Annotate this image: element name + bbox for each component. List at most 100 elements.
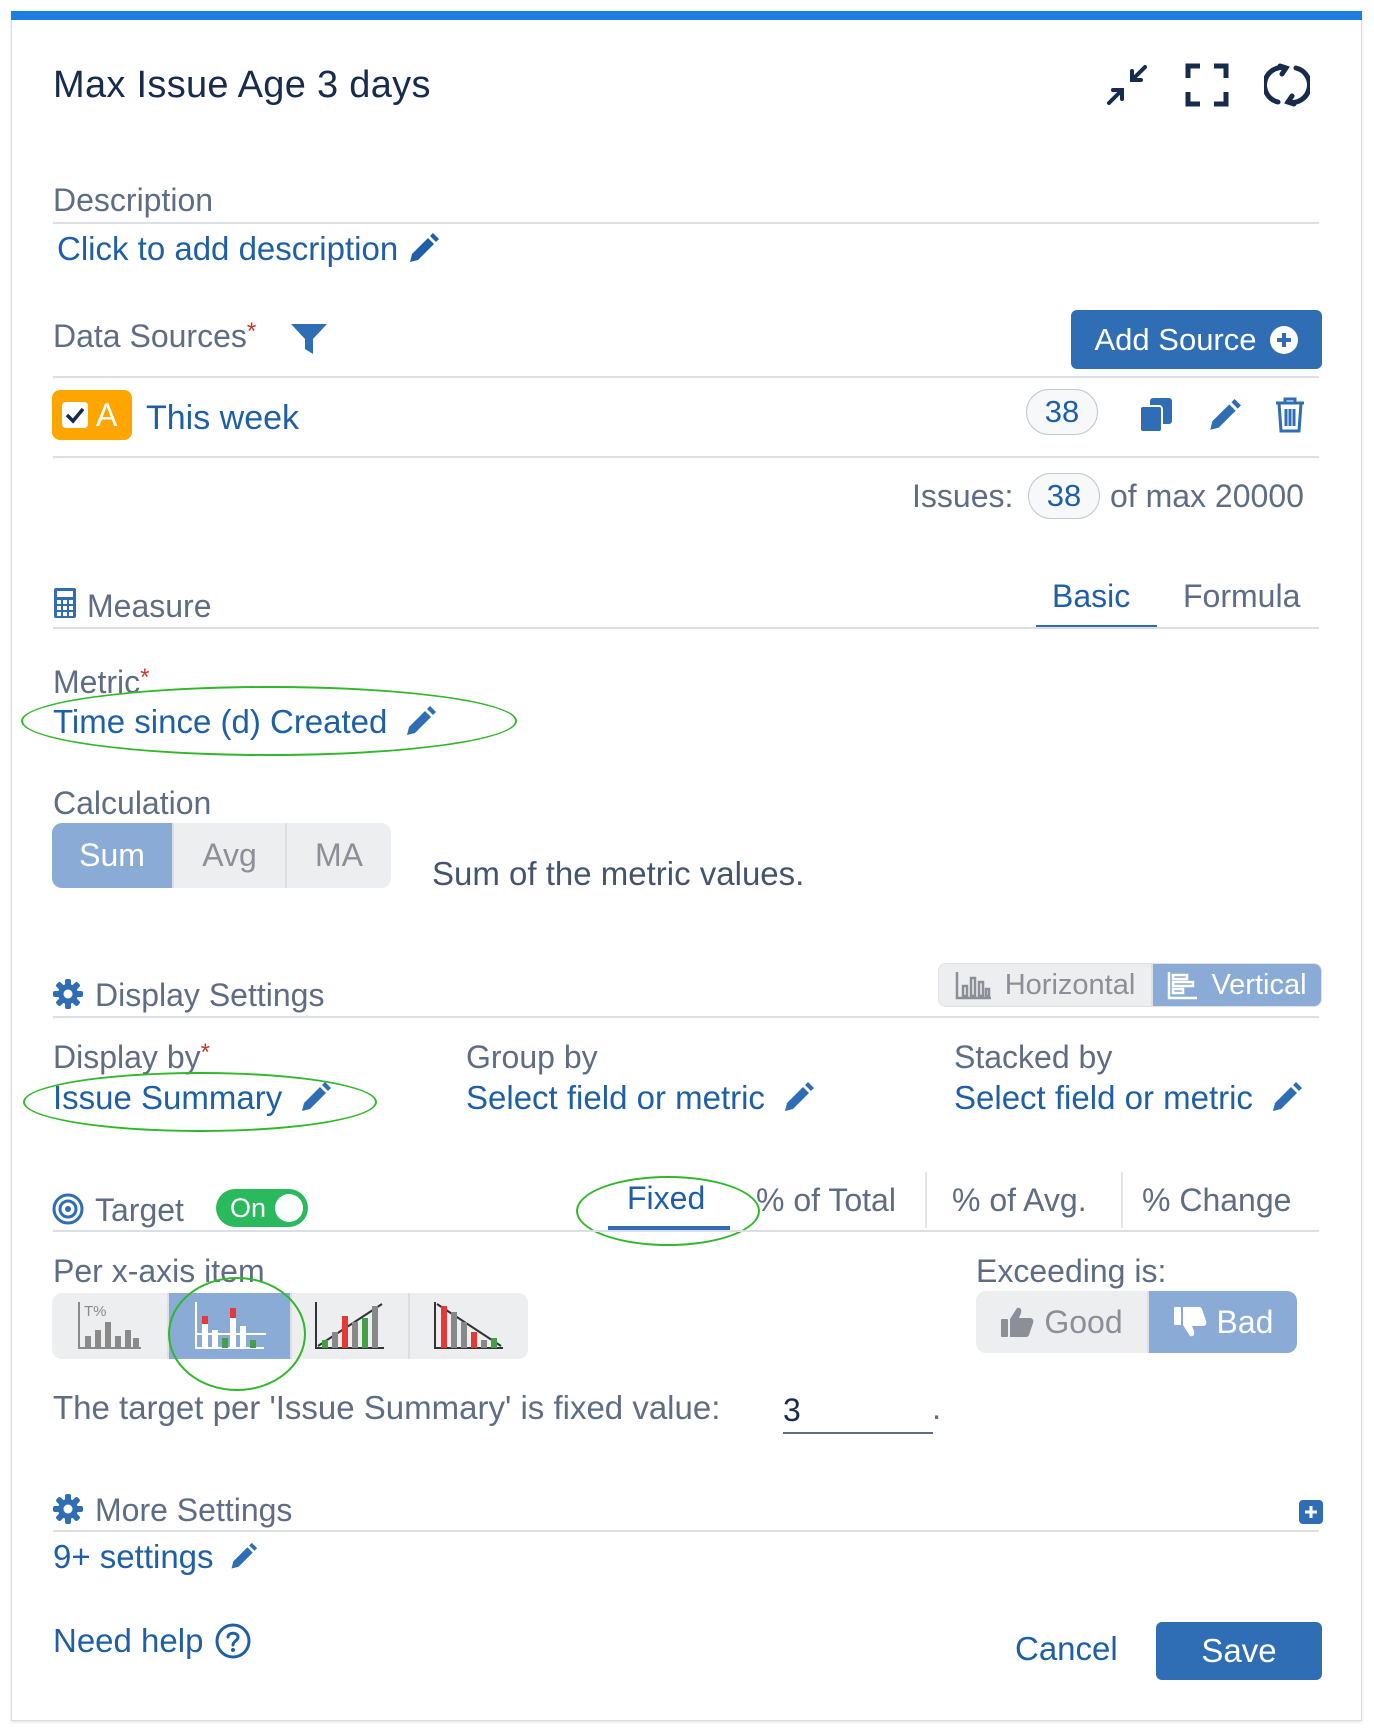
description-label: Description — [53, 182, 214, 218]
display-by-selector[interactable]: Issue Summary — [53, 1079, 332, 1117]
tab-percent-of-total[interactable]: % of Total — [756, 1182, 896, 1219]
target-toggle-label: On — [230, 1192, 267, 1223]
calculator-icon — [53, 587, 77, 619]
target-toggle[interactable]: On — [216, 1189, 308, 1227]
calc-option-avg[interactable]: Avg — [174, 823, 287, 888]
filter-icon[interactable] — [290, 322, 328, 356]
pencil-icon — [1269, 1081, 1303, 1115]
calc-option-ma[interactable]: MA — [287, 823, 391, 888]
stacked-by-selector[interactable]: Select field or metric — [954, 1079, 1303, 1117]
trash-icon[interactable] — [1274, 396, 1306, 434]
exceeding-good-label: Good — [1044, 1303, 1123, 1340]
exceeding-good[interactable]: Good — [976, 1291, 1149, 1353]
group-by-selector[interactable]: Select field or metric — [466, 1079, 815, 1117]
svg-text:T%: T% — [84, 1303, 107, 1320]
calculation-segmented-control: Sum Avg MA — [52, 823, 391, 888]
display-by-value: Issue Summary — [53, 1079, 283, 1116]
tab-percent-of-avg[interactable]: % of Avg. — [952, 1182, 1087, 1219]
stacked-by-value: Select field or metric — [954, 1079, 1253, 1116]
metric-value: Time since (d) Created — [53, 703, 388, 740]
rising-target-chart-icon[interactable] — [292, 1293, 410, 1359]
tab-separator — [925, 1172, 927, 1228]
tab-percent-change[interactable]: % Change — [1142, 1182, 1291, 1219]
exceeding-bad[interactable]: Bad — [1149, 1291, 1297, 1353]
display-settings-label: Display Settings — [95, 977, 325, 1013]
fixed-target-chart-icon[interactable] — [169, 1293, 292, 1359]
falling-target-chart-icon[interactable] — [410, 1293, 528, 1359]
pencil-icon — [406, 232, 440, 266]
target-label: Target — [95, 1192, 184, 1228]
checkbox-checked-icon — [62, 402, 88, 428]
measure-label: Measure — [87, 588, 212, 624]
metric-selector[interactable]: Time since (d) Created — [53, 703, 437, 741]
data-sources-text: Data Sources — [53, 318, 247, 354]
divider — [53, 376, 1319, 378]
group-by-label: Group by — [466, 1039, 598, 1075]
pencil-icon — [228, 1542, 258, 1572]
fixed-target-input[interactable]: 3 — [783, 1392, 933, 1434]
cancel-button[interactable]: Cancel — [1015, 1630, 1118, 1668]
required-mark: * — [200, 1039, 210, 1066]
calc-option-sum[interactable]: Sum — [52, 823, 174, 888]
data-sources-label: Data Sources* — [53, 318, 256, 355]
add-description-link[interactable]: Click to add description — [57, 230, 440, 268]
divider — [53, 627, 1319, 629]
dialog-accent-bar — [11, 11, 1362, 20]
orientation-horizontal-label: Horizontal — [1004, 968, 1136, 1001]
calculation-label: Calculation — [53, 785, 212, 821]
refresh-icon[interactable] — [1264, 62, 1310, 108]
source-name[interactable]: This week — [146, 399, 299, 438]
divider — [53, 1016, 1319, 1018]
percent-of-total-chart-icon[interactable]: T% — [52, 1293, 169, 1359]
target-icon — [52, 1193, 84, 1225]
exceeding-bad-label: Bad — [1216, 1303, 1274, 1340]
expand-plus-icon[interactable] — [1299, 1500, 1323, 1524]
orientation-horizontal[interactable]: Horizontal — [939, 964, 1153, 1006]
thumbs-up-icon — [1001, 1307, 1034, 1337]
group-by-value: Select field or metric — [466, 1079, 765, 1116]
more-settings-label: More Settings — [95, 1492, 293, 1528]
fixed-target-value: 3 — [783, 1392, 801, 1428]
source-count-badge: 38 — [1026, 389, 1098, 435]
divider — [53, 1230, 1319, 1232]
save-button[interactable]: Save — [1156, 1622, 1322, 1680]
exceeding-label: Exceeding is: — [976, 1253, 1167, 1289]
display-by-label: Display by* — [53, 1039, 210, 1076]
orientation-vertical-label: Vertical — [1211, 968, 1307, 1001]
copy-icon[interactable] — [1138, 396, 1174, 434]
issues-count-badge: 38 — [1028, 473, 1100, 519]
metric-label: Metric* — [53, 664, 149, 701]
add-source-button[interactable]: Add Source — [1071, 310, 1322, 369]
metric-label-text: Metric — [53, 664, 141, 700]
fullscreen-icon[interactable] — [1184, 62, 1230, 108]
plus-circle-icon — [1269, 325, 1299, 355]
fixed-target-text: The target per 'Issue Summary' is fixed … — [53, 1389, 721, 1426]
required-mark: * — [246, 318, 257, 345]
divider — [53, 456, 1319, 458]
tab-formula[interactable]: Formula — [1183, 578, 1300, 615]
add-source-label: Add Source — [1094, 321, 1257, 357]
per-item-label: Per x-axis item — [53, 1253, 265, 1289]
need-help-text: Need help — [53, 1622, 204, 1659]
source-badge[interactable]: A — [52, 390, 132, 440]
vertical-bars-icon — [1168, 972, 1198, 1000]
fixed-target-suffix: . — [932, 1389, 942, 1426]
minimize-icon[interactable] — [1104, 62, 1150, 108]
more-settings-link[interactable]: 9+ settings — [53, 1538, 258, 1576]
horizontal-bars-icon — [955, 972, 991, 1000]
need-help-link[interactable]: Need help — [53, 1622, 251, 1660]
edit-source-pencil-icon[interactable] — [1206, 398, 1242, 434]
orientation-vertical[interactable]: Vertical — [1153, 964, 1321, 1006]
display-by-label-text: Display by — [53, 1039, 201, 1075]
divider — [53, 222, 1319, 224]
pencil-icon — [403, 705, 437, 739]
issues-max-text: of max 20000 — [1110, 478, 1304, 514]
issues-label: Issues: — [912, 478, 1014, 514]
required-mark: * — [140, 664, 150, 691]
tab-fixed[interactable]: Fixed — [627, 1180, 705, 1217]
orientation-toggle: Horizontal Vertical — [938, 963, 1322, 1007]
exceeding-toggle: Good Bad — [976, 1291, 1297, 1353]
thumbs-down-icon — [1173, 1307, 1206, 1337]
source-letter: A — [96, 396, 118, 433]
tab-basic[interactable]: Basic — [1052, 578, 1130, 615]
